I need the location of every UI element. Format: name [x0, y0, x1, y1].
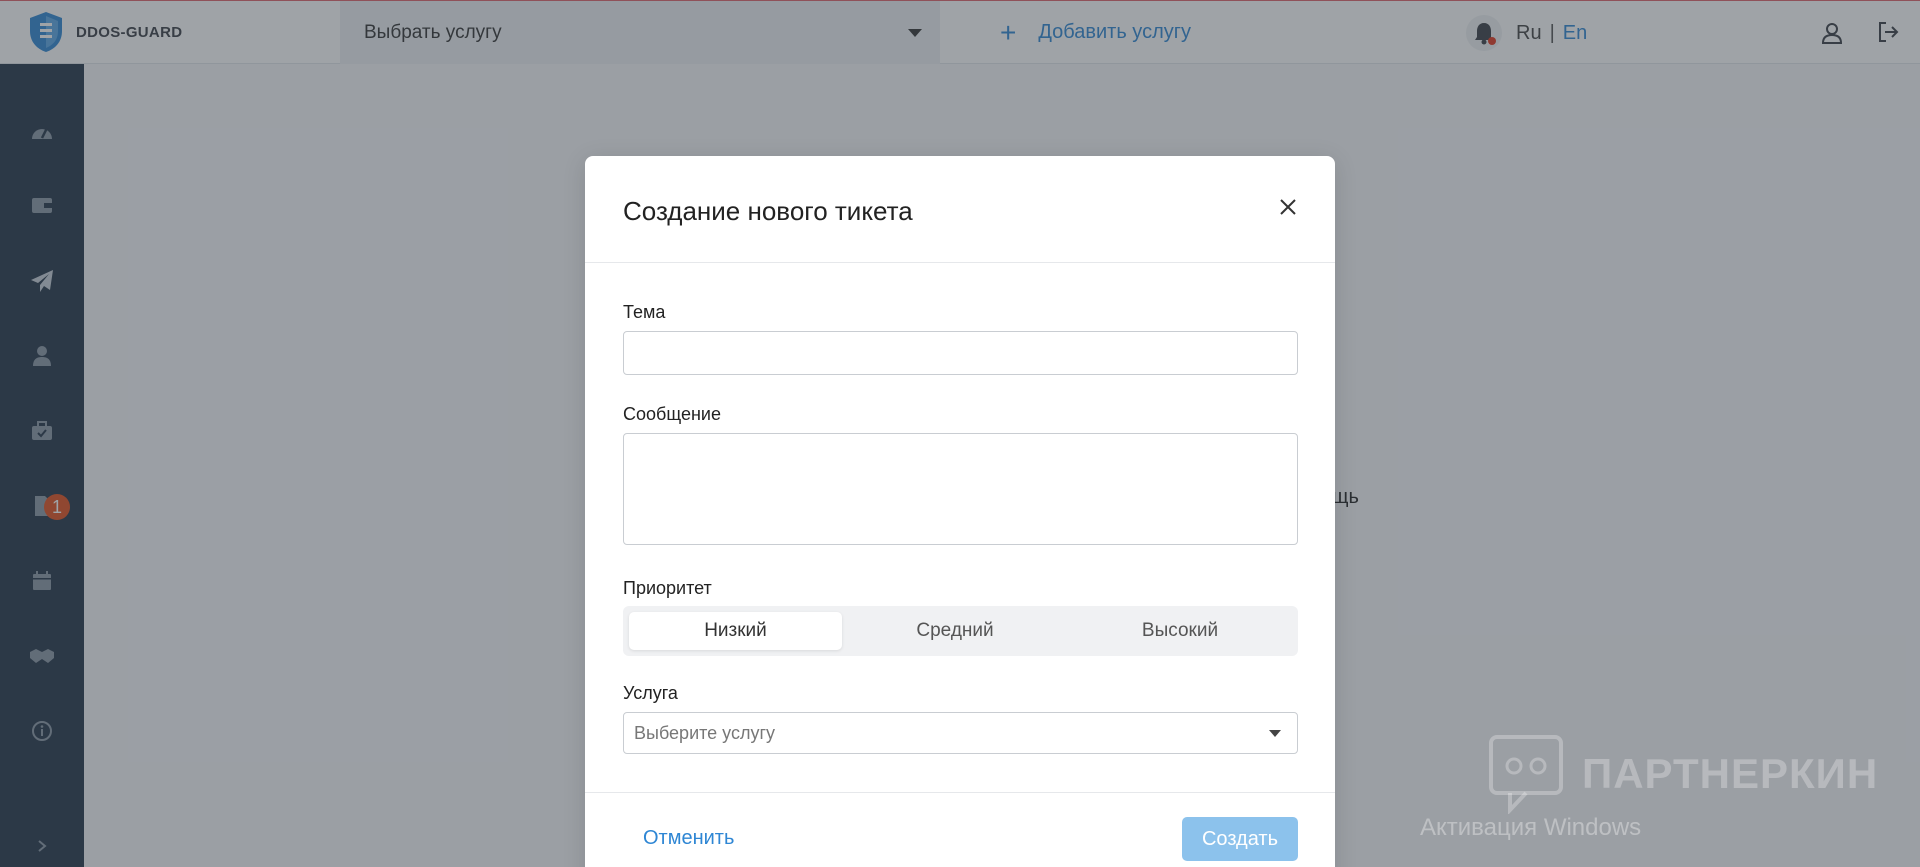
watermark-text: ПАРТНЕРКИН	[1582, 750, 1879, 797]
create-button[interactable]: Создать	[1182, 817, 1298, 861]
modal-footer: Отменить Создать	[585, 792, 1335, 867]
windows-activation-text: Активация Windows	[1420, 814, 1642, 841]
priority-option-medium[interactable]: Средний	[845, 612, 1065, 650]
caret-down-icon	[1269, 730, 1281, 737]
message-textarea[interactable]	[623, 433, 1298, 545]
close-button[interactable]	[1275, 194, 1301, 220]
modal-header: Создание нового тикета	[585, 156, 1335, 263]
close-icon	[1280, 199, 1296, 215]
new-ticket-modal: Создание нового тикета Тема Сообщение Пр…	[585, 156, 1335, 867]
cancel-button[interactable]: Отменить	[643, 827, 734, 850]
modal-title: Создание нового тикета	[623, 196, 913, 226]
priority-option-low[interactable]: Низкий	[629, 612, 842, 650]
service-dropdown-placeholder: Выберите услугу	[634, 722, 776, 743]
priority-segmented-control: Низкий Средний Высокий	[623, 606, 1298, 656]
message-label: Сообщение	[623, 404, 721, 424]
service-label: Услуга	[623, 683, 678, 703]
priority-option-high[interactable]: Высокий	[1068, 612, 1292, 650]
priority-label: Приоритет	[623, 578, 712, 598]
chat-bubble-watermark-icon	[1489, 735, 1563, 814]
service-dropdown[interactable]: Выберите услугу	[623, 712, 1298, 754]
subject-input[interactable]	[623, 331, 1298, 375]
subject-label: Тема	[623, 302, 666, 322]
watermark: ПАРТНЕРКИН	[1488, 734, 1878, 814]
